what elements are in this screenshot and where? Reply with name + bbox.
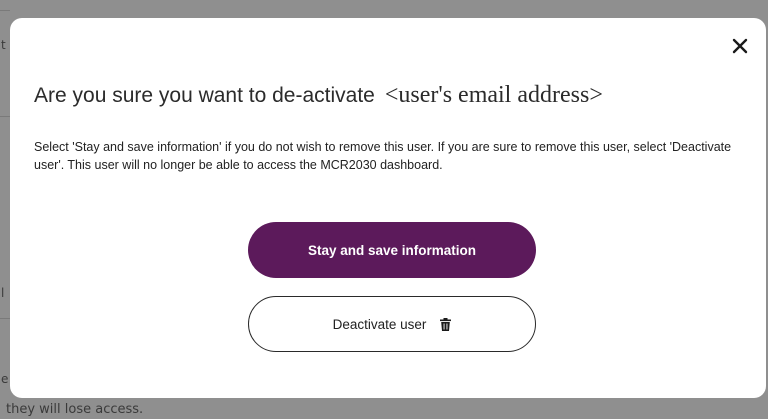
stay-and-save-button[interactable]: Stay and save information	[248, 222, 536, 278]
background-divider	[0, 10, 10, 11]
user-email-placeholder: <user's email address>	[384, 82, 603, 108]
deactivate-user-button[interactable]: Deactivate user	[248, 296, 536, 352]
deactivate-user-label: Deactivate user	[332, 316, 427, 332]
background-text: t	[1, 38, 6, 52]
dialog-title-text: Are you sure you want to de-activate	[34, 84, 375, 107]
close-button[interactable]	[728, 34, 752, 58]
stay-and-save-label: Stay and save information	[307, 242, 477, 258]
background-text: they will lose access.	[6, 402, 144, 417]
dialog-title: Are you sure you want to de-activate <use…	[34, 80, 603, 109]
dialog-message: Select 'Stay and save information' if yo…	[34, 140, 732, 172]
background-text: l	[1, 286, 5, 300]
deactivate-user-dialog: Are you sure you want to de-activate <use…	[10, 18, 766, 398]
background-divider	[0, 116, 10, 117]
background-text: e	[1, 372, 9, 386]
trash-icon	[440, 317, 452, 331]
close-icon	[732, 38, 748, 54]
background-divider	[0, 318, 10, 319]
